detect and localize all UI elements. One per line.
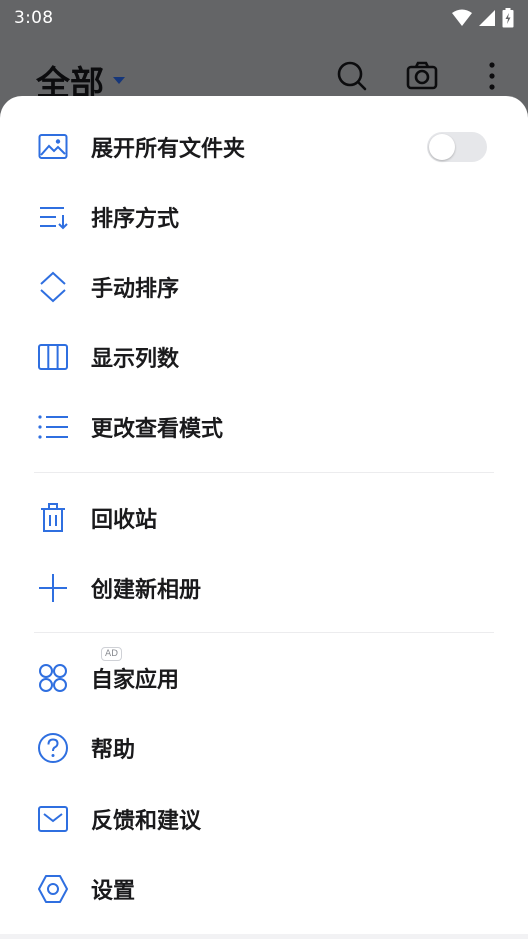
columns-icon: [36, 340, 70, 374]
options-bottom-sheet: 展开所有文件夹 排序方式 手动排序 显示列数 更改查看模式 回收站 创建新相册 …: [0, 96, 528, 939]
status-time: 3:08: [14, 8, 54, 28]
reorder-icon: [36, 270, 70, 304]
menu-item-manual-sort[interactable]: 手动排序: [0, 252, 528, 322]
list-view-icon: [36, 410, 70, 444]
menu-item-sort-by[interactable]: 排序方式: [0, 182, 528, 252]
more-options-icon[interactable]: [476, 60, 508, 92]
menu-item-create-album[interactable]: 创建新相册: [0, 553, 528, 623]
menu-item-expand-folders[interactable]: 展开所有文件夹: [0, 112, 528, 182]
search-icon[interactable]: [336, 60, 368, 92]
wifi-icon: [452, 9, 472, 26]
trash-icon: [36, 501, 70, 535]
divider: [34, 472, 494, 473]
plus-icon: [36, 571, 70, 605]
menu-label: 更改查看模式: [91, 417, 224, 442]
menu-item-feedback[interactable]: 反馈和建议: [0, 784, 528, 854]
signal-icon: [479, 10, 495, 26]
status-bar: 3:08: [0, 0, 528, 36]
menu-item-our-apps[interactable]: AD 自家应用: [0, 643, 528, 713]
expand-folders-toggle[interactable]: [427, 132, 487, 162]
menu-label: 自家应用: [91, 668, 180, 693]
battery-icon: [502, 8, 514, 28]
menu-item-help[interactable]: 帮助: [0, 713, 528, 783]
sort-icon: [36, 200, 70, 234]
menu-label: 展开所有文件夹: [91, 137, 246, 162]
menu-item-settings[interactable]: 设置: [0, 854, 528, 924]
menu-item-trash[interactable]: 回收站: [0, 483, 528, 553]
menu-item-columns[interactable]: 显示列数: [0, 322, 528, 392]
settings-icon: [36, 872, 70, 906]
divider: [34, 632, 494, 633]
menu-item-view-mode[interactable]: 更改查看模式: [0, 392, 528, 462]
menu-label: 手动排序: [91, 277, 180, 302]
caret-down-icon: [113, 76, 125, 84]
menu-label: 回收站: [91, 508, 158, 533]
menu-label: 反馈和建议: [91, 809, 202, 834]
menu-label: 显示列数: [91, 347, 180, 372]
ad-badge: AD: [101, 647, 123, 661]
navigation-bar: [0, 934, 528, 939]
menu-label: 帮助: [91, 738, 136, 763]
image-icon: [36, 130, 70, 164]
toggle-knob: [429, 134, 455, 160]
status-icons: [452, 8, 514, 28]
menu-label: 创建新相册: [91, 578, 202, 603]
menu-label: 排序方式: [91, 207, 180, 232]
menu-label: 设置: [91, 879, 136, 904]
help-icon: [36, 731, 70, 765]
camera-icon[interactable]: [406, 60, 438, 92]
mail-icon: [36, 802, 70, 836]
apps-icon: AD: [36, 647, 123, 695]
